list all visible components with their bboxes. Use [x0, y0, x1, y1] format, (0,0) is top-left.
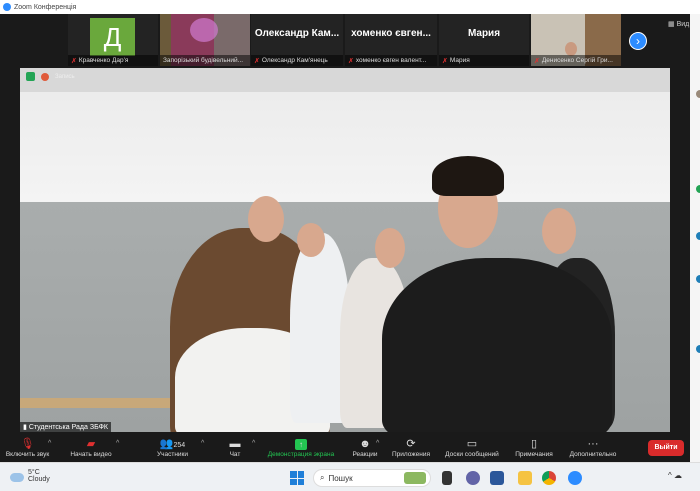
participant-tile[interactable]: Мария ✗ Мария: [439, 14, 529, 66]
more-label: Дополнительно: [569, 451, 617, 458]
avatar-icon: [696, 185, 700, 193]
more-icon: ···: [587, 438, 599, 450]
avatar-icon: [696, 345, 700, 353]
title-bar: Zoom Конференція: [0, 0, 700, 14]
teams-icon[interactable]: [466, 471, 480, 485]
shield-icon: [26, 72, 35, 81]
view-label: Вид: [676, 21, 690, 28]
task-view-icon[interactable]: [442, 471, 452, 485]
participant-tile[interactable]: Запорізький будівельний...: [160, 14, 250, 66]
participants-caret[interactable]: ^: [201, 440, 204, 447]
participants-count: 254: [173, 442, 186, 449]
participant-tile[interactable]: Олександр Кам... ✗ Олександр Кам'янець: [251, 14, 343, 66]
participants-icon: 👥254: [159, 438, 186, 450]
meeting-toolbar: 🎙 Включить звук ^ ▰ Начать видео ^ 👥254 Уча…: [0, 435, 690, 462]
mic-off-icon: ✗: [442, 57, 448, 65]
mic-off-icon: ✗: [71, 57, 77, 65]
video-off-icon: ▰: [86, 438, 96, 450]
whiteboards-button[interactable]: ▭ Доски сообщений: [440, 437, 504, 458]
reactions-caret[interactable]: ^: [376, 440, 379, 447]
search-highlight-icon: [404, 472, 426, 484]
more-button[interactable]: ··· Дополнительно: [563, 437, 623, 458]
avatar-icon: [696, 275, 700, 283]
speaker-name: Студентська Рада ЗБФК: [28, 424, 108, 431]
start-video-button[interactable]: ▰ Начать видео: [65, 437, 117, 458]
view-button[interactable]: ▦ Вид: [668, 20, 689, 28]
participant-tile[interactable]: Д ✗ Кравченко Дар'я: [68, 14, 158, 66]
next-page-button[interactable]: ›: [629, 32, 647, 50]
window-title: Zoom Конференція: [14, 3, 77, 11]
whiteboards-label: Доски сообщений: [445, 451, 499, 458]
start-video-label: Начать видео: [70, 451, 112, 458]
zoom-logo-icon: [3, 3, 11, 11]
file-explorer-icon[interactable]: [518, 471, 532, 485]
chevron-up-icon[interactable]: ^: [668, 471, 672, 480]
participants-button[interactable]: 👥254 Участники: [150, 437, 195, 458]
apps-icon: ⟳: [406, 438, 416, 450]
weather-condition: Cloudy: [28, 476, 50, 483]
video-feed: [190, 18, 218, 42]
chat-button[interactable]: ▬ Чат: [225, 437, 245, 458]
notes-button[interactable]: ▯ Примечания: [512, 437, 556, 458]
whiteboard-icon: ▭: [466, 438, 478, 450]
main-video: Запись: [20, 68, 670, 432]
participant-name: Запорізький будівельний...: [163, 57, 244, 64]
onedrive-icon: ☁: [674, 471, 682, 480]
active-speaker-label: ▮ Студентська Рада ЗБФК: [20, 422, 111, 432]
signal-icon: ▮: [23, 424, 27, 431]
start-button[interactable]: [290, 471, 304, 485]
participant-tile[interactable]: ✗ Денисенко Сергій Гри...: [531, 14, 621, 66]
windows-taskbar: 5°C Cloudy ⌕ Пошук ^ ☁: [0, 462, 700, 491]
video-options-caret[interactable]: ^: [116, 440, 119, 447]
participant-name: хоменко євген валент...: [355, 57, 427, 64]
participant-name: Мария: [449, 57, 470, 64]
participant-tile[interactable]: хоменко євген... ✗ хоменко євген валент..…: [345, 14, 437, 66]
video-feed: [565, 42, 577, 56]
temperature: 5°C: [28, 469, 40, 476]
audio-options-caret[interactable]: ^: [48, 440, 51, 447]
chat-caret[interactable]: ^: [252, 440, 255, 447]
reactions-label: Реакции: [352, 451, 378, 458]
system-tray[interactable]: ^ ☁: [668, 471, 682, 480]
participant-display-name: Олександр Кам...: [254, 28, 340, 39]
chat-label: Чат: [229, 451, 241, 458]
unmute-button[interactable]: 🎙 Включить звук: [5, 437, 50, 458]
mic-off-icon: ✗: [534, 57, 540, 65]
participant-name: Кравченко Дар'я: [78, 57, 129, 64]
share-screen-icon: ↑: [295, 439, 307, 450]
search-icon: ⌕: [320, 473, 325, 482]
chat-icon: ▬: [229, 438, 241, 450]
mic-off-icon: 🎙: [20, 438, 35, 450]
notes-icon: ▯: [530, 438, 538, 450]
mic-off-icon: ✗: [348, 57, 354, 65]
word-icon[interactable]: [490, 471, 504, 485]
mic-off-icon: ✗: [254, 57, 260, 65]
participant-display-name: Мария: [467, 28, 501, 39]
share-label: Демонстрация экрана: [267, 451, 335, 458]
notes-label: Примечания: [515, 451, 553, 458]
zoom-taskbar-icon[interactable]: [568, 471, 582, 485]
participant-display-name: хоменко євген...: [351, 28, 431, 39]
avatar-icon: [696, 232, 700, 240]
avatar-icon: [696, 90, 700, 98]
apps-label: Приложения: [391, 451, 431, 458]
share-screen-button[interactable]: ↑ Демонстрация экрана: [265, 437, 337, 458]
participant-name: Олександр Кам'янець: [261, 57, 328, 64]
unmute-label: Включить звук: [5, 451, 50, 458]
apps-button[interactable]: ⟳ Приложения: [390, 437, 432, 458]
search-placeholder: Пошук: [328, 473, 353, 483]
leave-button[interactable]: Выйти: [648, 440, 684, 456]
participants-label: Участники: [156, 451, 189, 458]
participant-name: Денисенко Сергій Гри...: [541, 57, 613, 64]
recording-indicator: Запись: [26, 72, 75, 81]
cloud-icon: [10, 473, 24, 482]
taskbar-search[interactable]: ⌕ Пошук: [313, 469, 431, 487]
record-icon: [41, 72, 49, 81]
chrome-icon[interactable]: [542, 471, 556, 485]
weather-widget[interactable]: 5°C Cloudy: [10, 469, 50, 483]
avatar: Д: [90, 18, 135, 56]
recording-label: Запись: [55, 73, 75, 80]
